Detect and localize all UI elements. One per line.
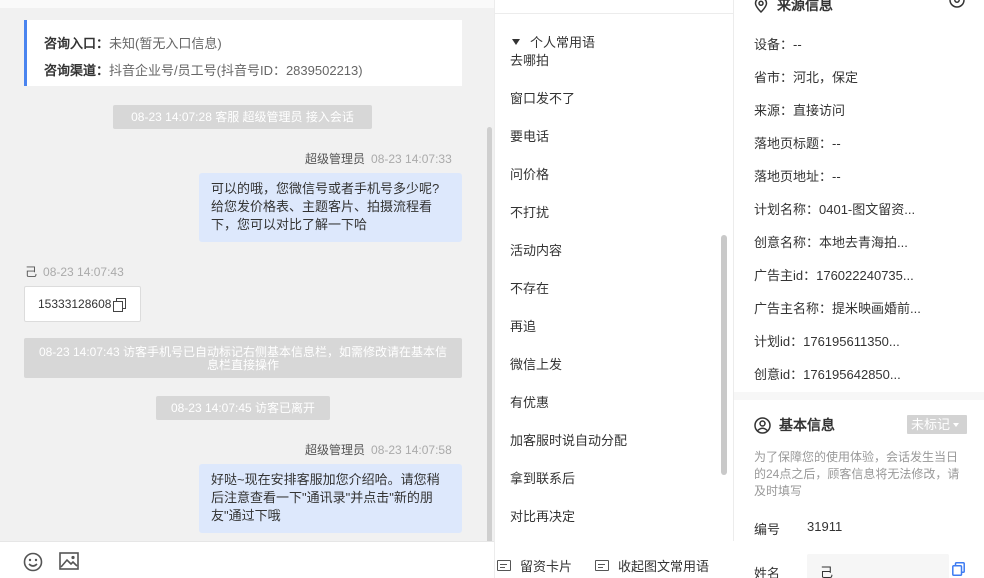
phrase-group-header[interactable]: 个人常用语 <box>512 32 595 51</box>
source-field-advertiser-name: 广告主名称：提米映画婚前... <box>754 301 921 316</box>
phrase-item[interactable]: 去哪拍 <box>510 50 549 69</box>
system-message: 08-23 14:07:45 访客已离开 <box>156 396 330 420</box>
source-field-landing-url: 落地页地址：-- <box>754 169 841 184</box>
caret-down-icon <box>953 423 960 427</box>
chat-scrollbar[interactable] <box>487 127 492 545</box>
section-divider <box>734 392 984 400</box>
phrases-bottom-bar: 留资卡片 收起图文常用语 <box>495 541 735 578</box>
consult-channel-label: 咨询渠道： <box>44 63 110 78</box>
smiley-icon[interactable] <box>23 552 43 575</box>
source-field-landing-title: 落地页标题：-- <box>754 136 841 151</box>
source-field-origin: 来源：直接访问 <box>754 103 846 118</box>
agent-message-bubble: 好哒~现在安排客服加您介绍哈。请您稍后注意查看一下"通讯录"并点击"新的朋友"通… <box>199 464 462 533</box>
phrase-item[interactable]: 微信上发 <box>510 354 562 373</box>
message-time: 08-23 14:07:33 <box>371 152 452 166</box>
phrase-item[interactable]: 活动内容 <box>510 240 562 259</box>
phrases-scrollbar[interactable] <box>721 235 727 475</box>
id-label: 编号 <box>754 522 781 537</box>
message-time: 08-23 14:07:58 <box>371 443 452 457</box>
phrase-item[interactable]: 拿到联系后 <box>510 468 575 487</box>
phrase-item[interactable]: 不存在 <box>510 278 549 297</box>
user-circle-icon <box>754 416 771 434</box>
consult-entry-label: 咨询入口： <box>44 36 110 51</box>
chat-panel: 咨询入口：未知(暂无入口信息) 咨询渠道：抖音企业号/员工号(抖音号ID：283… <box>0 0 494 578</box>
quick-phrases-panel: 个人常用语 去哪拍 窗口发不了 要电话 问价格 不打扰 活动内容 不存在 再追 … <box>494 0 735 578</box>
phrase-item[interactable]: 对比再决定 <box>510 506 575 525</box>
collapse-phrases-button[interactable]: 收起图文常用语 <box>595 556 709 575</box>
lead-card-label: 留资卡片 <box>520 559 573 574</box>
consult-channel-line: 咨询渠道：抖音企业号/员工号(抖音号ID：2839502213) <box>44 57 462 84</box>
divider <box>495 13 735 14</box>
basic-info-title: 基本信息 <box>779 417 835 433</box>
chat-top-gap <box>0 0 494 8</box>
agent-message-bubble: 可以的哦，您微信号或者手机号多少呢?给您发价格表、主题客片、拍摄流程看下，您可以… <box>199 173 462 242</box>
phrase-item[interactable]: 加客服时说自动分配 <box>510 430 627 449</box>
phrase-group-title: 个人常用语 <box>530 35 596 50</box>
phrase-item[interactable]: 有优惠 <box>510 392 549 411</box>
caret-down-icon <box>512 39 520 45</box>
message-meta: 己 08-23 14:07:43 <box>25 263 124 280</box>
visitor-phone-number: 15333128608 <box>38 297 112 311</box>
system-message: 08-23 14:07:43 访客手机号已自动标记右侧基本信息栏，如需修改请在基… <box>24 338 462 378</box>
consult-entry-value: 未知(暂无入口信息) <box>109 36 222 51</box>
source-field-creative-name: 创意名称：本地去青海拍... <box>754 235 908 250</box>
edit-deadline-hint: 为了保障您的使用体验，会话发生当日的24点之后，顾客信息将无法修改，请及时填写 <box>754 450 960 498</box>
name-label: 姓名 <box>754 566 781 578</box>
message-sender: 超级管理员 <box>305 152 366 166</box>
location-pin-icon <box>754 0 768 13</box>
consult-entry-line: 咨询入口：未知(暂无入口信息) <box>44 30 462 57</box>
phrase-item[interactable]: 再追 <box>510 316 536 335</box>
phrase-item[interactable]: 不打扰 <box>510 202 549 221</box>
message-sender: 己 <box>25 265 38 279</box>
image-icon[interactable] <box>59 552 79 573</box>
phrase-item[interactable]: 问价格 <box>510 164 549 183</box>
tag-dropdown[interactable]: 未标记 <box>907 415 967 434</box>
visitor-phone-message[interactable]: 15333128608 <box>24 286 141 322</box>
system-message: 08-23 14:07:28 客服 超级管理员 接入会话 <box>113 105 372 129</box>
source-field-advertiser-id: 广告主id：176022240735... <box>754 268 914 283</box>
source-field-plan-name: 计划名称：0401-图文留资... <box>754 202 916 217</box>
copy-icon[interactable] <box>952 562 965 576</box>
source-info-header: 来源信息 <box>754 0 833 15</box>
source-info-title: 来源信息 <box>777 0 833 13</box>
tag-dropdown-label: 未标记 <box>911 417 951 432</box>
visitor-info-panel: 来源信息 设备：-- 省市：河北，保定 来源：直接访问 落地页标题：-- 落地页… <box>734 0 984 578</box>
id-value: 31911 <box>807 519 843 534</box>
consult-info-card: 咨询入口：未知(暂无入口信息) 咨询渠道：抖音企业号/员工号(抖音号ID：283… <box>24 20 462 86</box>
message-meta: 超级管理员 08-23 14:07:33 <box>305 150 452 167</box>
consult-channel-value: 抖音企业号/员工号(抖音号ID：2839502213) <box>109 63 363 78</box>
lead-card-button[interactable]: 留资卡片 <box>497 556 572 575</box>
message-time: 08-23 14:07:43 <box>43 265 124 279</box>
source-field-plan-id: 计划id：176195611350... <box>754 334 900 349</box>
basic-info-header: 基本信息 <box>754 415 835 435</box>
source-field-creative-id: 创意id：176195642850... <box>754 367 901 382</box>
card-icon <box>497 560 511 571</box>
source-field-device: 设备：-- <box>754 37 802 52</box>
name-field[interactable]: 己 <box>807 554 949 578</box>
visibility-icon[interactable] <box>948 0 966 13</box>
copy-icon[interactable] <box>113 298 127 312</box>
chat-toolbar <box>0 541 494 578</box>
phrase-item[interactable]: 窗口发不了 <box>510 88 575 107</box>
message-meta: 超级管理员 08-23 14:07:58 <box>305 441 452 458</box>
message-sender: 超级管理员 <box>305 443 366 457</box>
card-icon <box>595 560 609 571</box>
collapse-phrases-label: 收起图文常用语 <box>618 559 710 574</box>
phrase-item[interactable]: 要电话 <box>510 126 549 145</box>
source-field-region: 省市：河北，保定 <box>754 70 859 85</box>
